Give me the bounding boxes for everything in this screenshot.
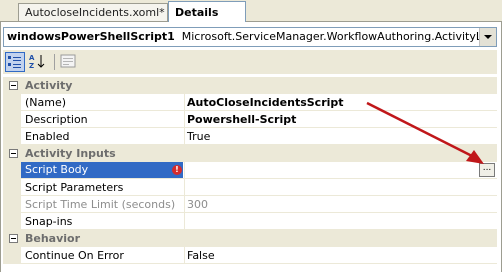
property-name: (Name) xyxy=(25,96,67,109)
svg-text:A: A xyxy=(29,54,35,62)
category-label: Behavior xyxy=(25,232,81,245)
property-value[interactable]: True xyxy=(187,130,210,143)
property-value[interactable]: 300 xyxy=(187,198,208,211)
property-pages-icon xyxy=(60,54,76,68)
ellipsis-button[interactable]: ... xyxy=(479,163,495,177)
category-label: Activity Inputs xyxy=(25,147,116,160)
property-name: Continue On Error xyxy=(25,249,124,262)
property-name: Enabled xyxy=(25,130,70,143)
column-divider[interactable] xyxy=(184,247,185,263)
object-type: Microsoft.ServiceManager.WorkflowAuthori… xyxy=(181,30,481,43)
property-row-snap-ins[interactable]: Snap-ins xyxy=(3,213,497,230)
property-value[interactable]: Powershell-Script xyxy=(187,113,296,126)
row-gutter xyxy=(3,162,21,178)
property-row-script-body[interactable]: Script Body ! ... xyxy=(3,162,497,179)
row-gutter xyxy=(3,179,21,195)
collapse-icon[interactable] xyxy=(9,149,18,158)
property-value[interactable]: False xyxy=(187,249,215,262)
row-gutter xyxy=(3,196,21,212)
property-row-continue-on-error[interactable]: Continue On Error False xyxy=(3,247,497,264)
column-divider[interactable] xyxy=(184,213,185,229)
property-row-script-time-limit[interactable]: Script Time Limit (seconds) 300 xyxy=(3,196,497,213)
chevron-down-icon[interactable] xyxy=(479,28,496,46)
category-label: Activity xyxy=(25,79,73,92)
collapse-icon[interactable] xyxy=(9,234,18,243)
property-row-description[interactable]: Description Powershell-Script xyxy=(3,111,497,128)
category-activity[interactable]: Activity xyxy=(3,77,497,94)
column-divider[interactable] xyxy=(184,94,185,110)
row-gutter xyxy=(3,111,21,127)
tab-details[interactable]: Details xyxy=(168,1,246,22)
category-activity-inputs[interactable]: Activity Inputs xyxy=(3,145,497,162)
property-grid-toolbar: A Z xyxy=(3,50,497,74)
column-divider[interactable] xyxy=(184,162,185,178)
property-name: Script Body xyxy=(21,162,183,178)
collapse-icon[interactable] xyxy=(9,81,18,90)
property-row-script-parameters[interactable]: Script Parameters xyxy=(3,179,497,196)
row-gutter xyxy=(3,247,21,263)
property-name: Script Parameters xyxy=(25,181,124,194)
property-row-enabled[interactable]: Enabled True xyxy=(3,128,497,145)
alphabetical-sort-button[interactable]: A Z xyxy=(28,52,48,72)
property-value[interactable]: AutoCloseIncidentsScript xyxy=(187,96,344,109)
object-selector-dropdown[interactable]: windowsPowerShellScript1 Microsoft.Servi… xyxy=(3,27,497,47)
property-name: Snap-ins xyxy=(25,215,73,228)
object-name: windowsPowerShellScript1 xyxy=(7,30,175,43)
column-divider[interactable] xyxy=(184,179,185,195)
categorized-view-button[interactable] xyxy=(5,52,25,72)
column-divider[interactable] xyxy=(184,111,185,127)
toolbar-separator xyxy=(54,54,55,70)
row-gutter xyxy=(3,213,21,229)
property-name: Description xyxy=(25,113,88,126)
column-divider[interactable] xyxy=(184,128,185,144)
tab-autoclose-incidents-xoml[interactable]: AutocloseIncidents.xoml* xyxy=(18,3,168,21)
row-gutter xyxy=(3,128,21,144)
object-selector-text: windowsPowerShellScript1 Microsoft.Servi… xyxy=(7,30,481,43)
property-pages-button[interactable] xyxy=(59,52,79,72)
property-name: Script Time Limit (seconds) xyxy=(25,198,176,211)
category-behavior[interactable]: Behavior xyxy=(3,230,497,247)
column-divider[interactable] xyxy=(184,196,185,212)
row-gutter xyxy=(3,94,21,110)
svg-text:Z: Z xyxy=(29,62,34,70)
categorized-view-icon xyxy=(8,56,21,68)
error-icon: ! xyxy=(172,165,182,175)
property-row-name[interactable]: (Name) AutoCloseIncidentsScript xyxy=(3,94,497,111)
document-tab-strip: AutocloseIncidents.xoml* Details xyxy=(0,0,502,23)
alphabetical-sort-icon: A Z xyxy=(29,54,45,70)
